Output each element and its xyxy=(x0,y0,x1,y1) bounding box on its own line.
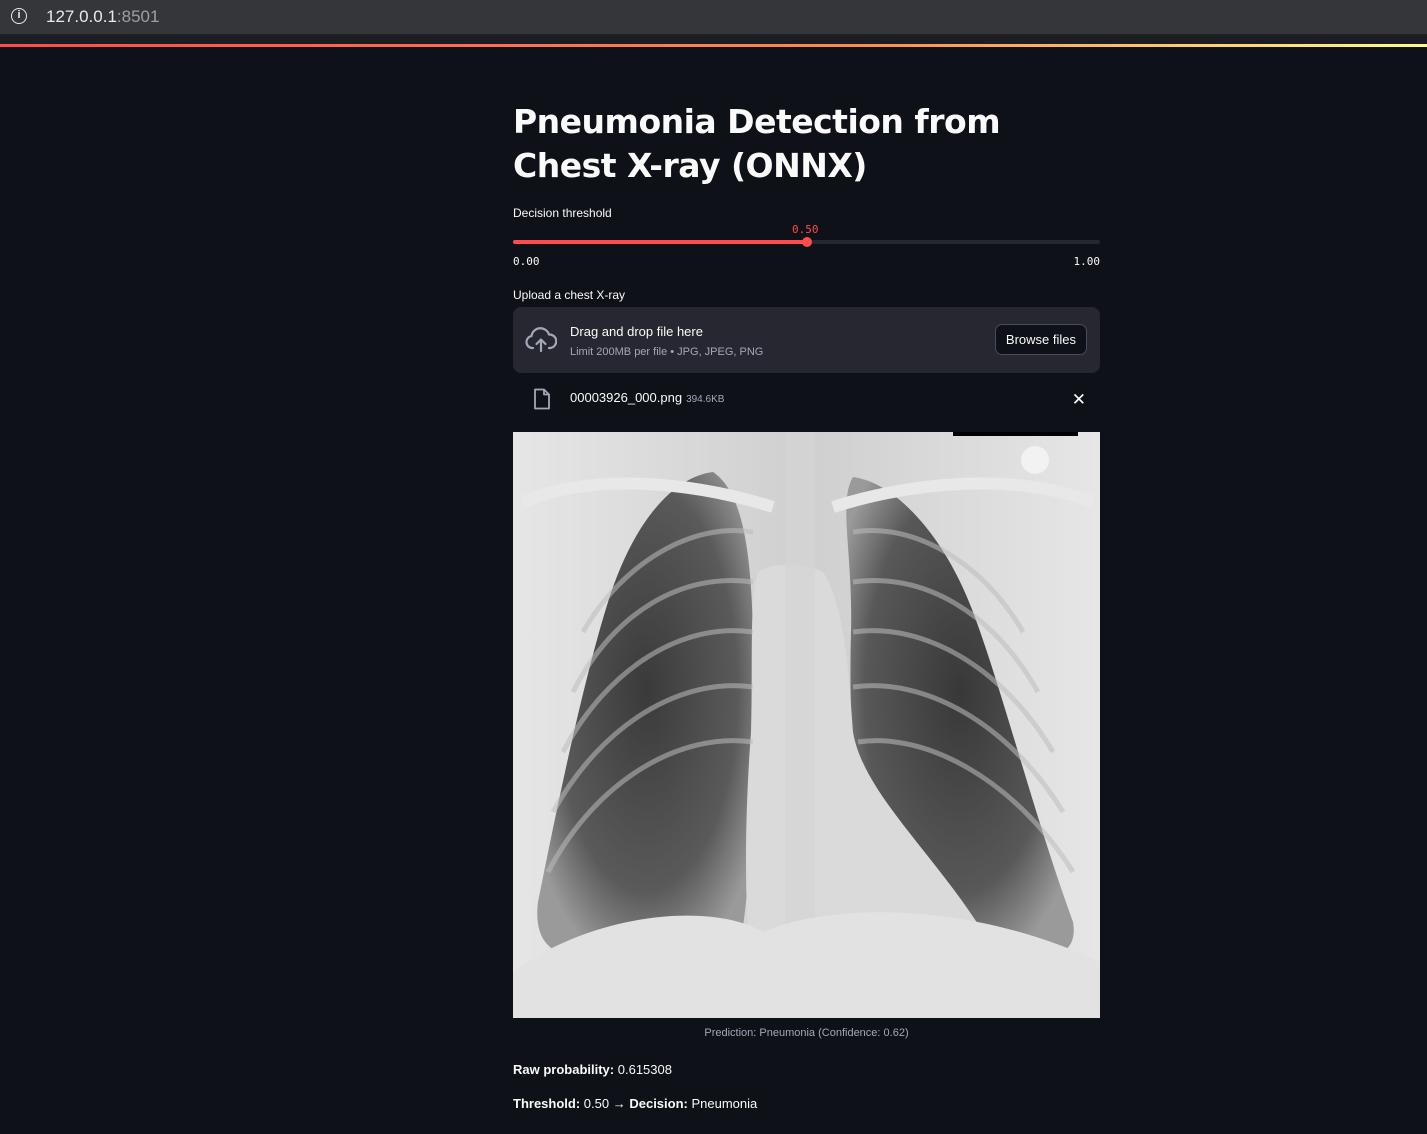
dropzone-instructions: Drag and drop file here xyxy=(570,324,703,339)
slider-label: Decision threshold xyxy=(513,206,612,220)
threshold-label: Threshold: xyxy=(513,1096,581,1111)
dropzone-limit: Limit 200MB per file • JPG, JPEG, PNG xyxy=(570,346,764,358)
page-title: Pneumonia Detection from Chest X-ray (ON… xyxy=(513,102,1001,185)
site-info-icon[interactable]: i xyxy=(11,8,27,24)
image-caption: Prediction: Pneumonia (Confidence: 0.62) xyxy=(704,1027,909,1039)
threshold-slider[interactable] xyxy=(513,237,1100,247)
decision-label: Decision: xyxy=(629,1096,688,1111)
file-dropzone[interactable]: Drag and drop file here Limit 200MB per … xyxy=(513,307,1100,373)
url-port: :8501 xyxy=(116,7,160,26)
url-text[interactable]: 127.0.0.1:8501 xyxy=(46,7,159,27)
browse-files-button[interactable]: Browse files xyxy=(994,324,1087,355)
threshold-value: 0.50 → xyxy=(583,1096,626,1111)
chest-xray-image xyxy=(513,432,1100,1018)
slider-thumb[interactable] xyxy=(801,237,812,247)
uploader-label: Upload a chest X-ray xyxy=(513,288,626,302)
slider-min-label: 0.00 xyxy=(513,255,540,268)
raw-probability-line: Raw probability: 0.615308 xyxy=(513,1062,672,1077)
address-bar[interactable]: i 127.0.0.1:8501 xyxy=(0,0,1427,34)
decision-value: Pneumonia xyxy=(691,1096,758,1111)
file-name: 00003926_000.png xyxy=(570,390,683,405)
file-size: 394.6KB xyxy=(686,394,725,405)
file-icon xyxy=(533,388,551,415)
raw-probability-label: Raw probability: xyxy=(513,1062,615,1077)
slider-fill xyxy=(513,240,807,244)
close-icon[interactable]: ✕ xyxy=(1072,390,1086,410)
raw-probability-value: 0.615308 xyxy=(617,1062,672,1077)
app-header-decoration xyxy=(0,44,1427,47)
cloud-upload-icon xyxy=(525,326,558,359)
file-name-container: 00003926_000.png 394.6KB xyxy=(570,390,724,405)
main-content: Pneumonia Detection from Chest X-ray (ON… xyxy=(513,100,1100,1111)
slider-max-label: 1.00 xyxy=(1073,255,1101,268)
url-host: 127.0.0.1 xyxy=(46,7,117,26)
uploaded-file-row: 00003926_000.png 394.6KB ✕ xyxy=(513,382,1100,416)
decision-line: Threshold: 0.50 → Decision: Pneumonia xyxy=(513,1096,757,1111)
slider-current-value: 0.50 xyxy=(792,223,819,236)
chrome-divider xyxy=(0,36,1427,44)
browser-toolbar: i 127.0.0.1:8501 xyxy=(0,0,1427,36)
